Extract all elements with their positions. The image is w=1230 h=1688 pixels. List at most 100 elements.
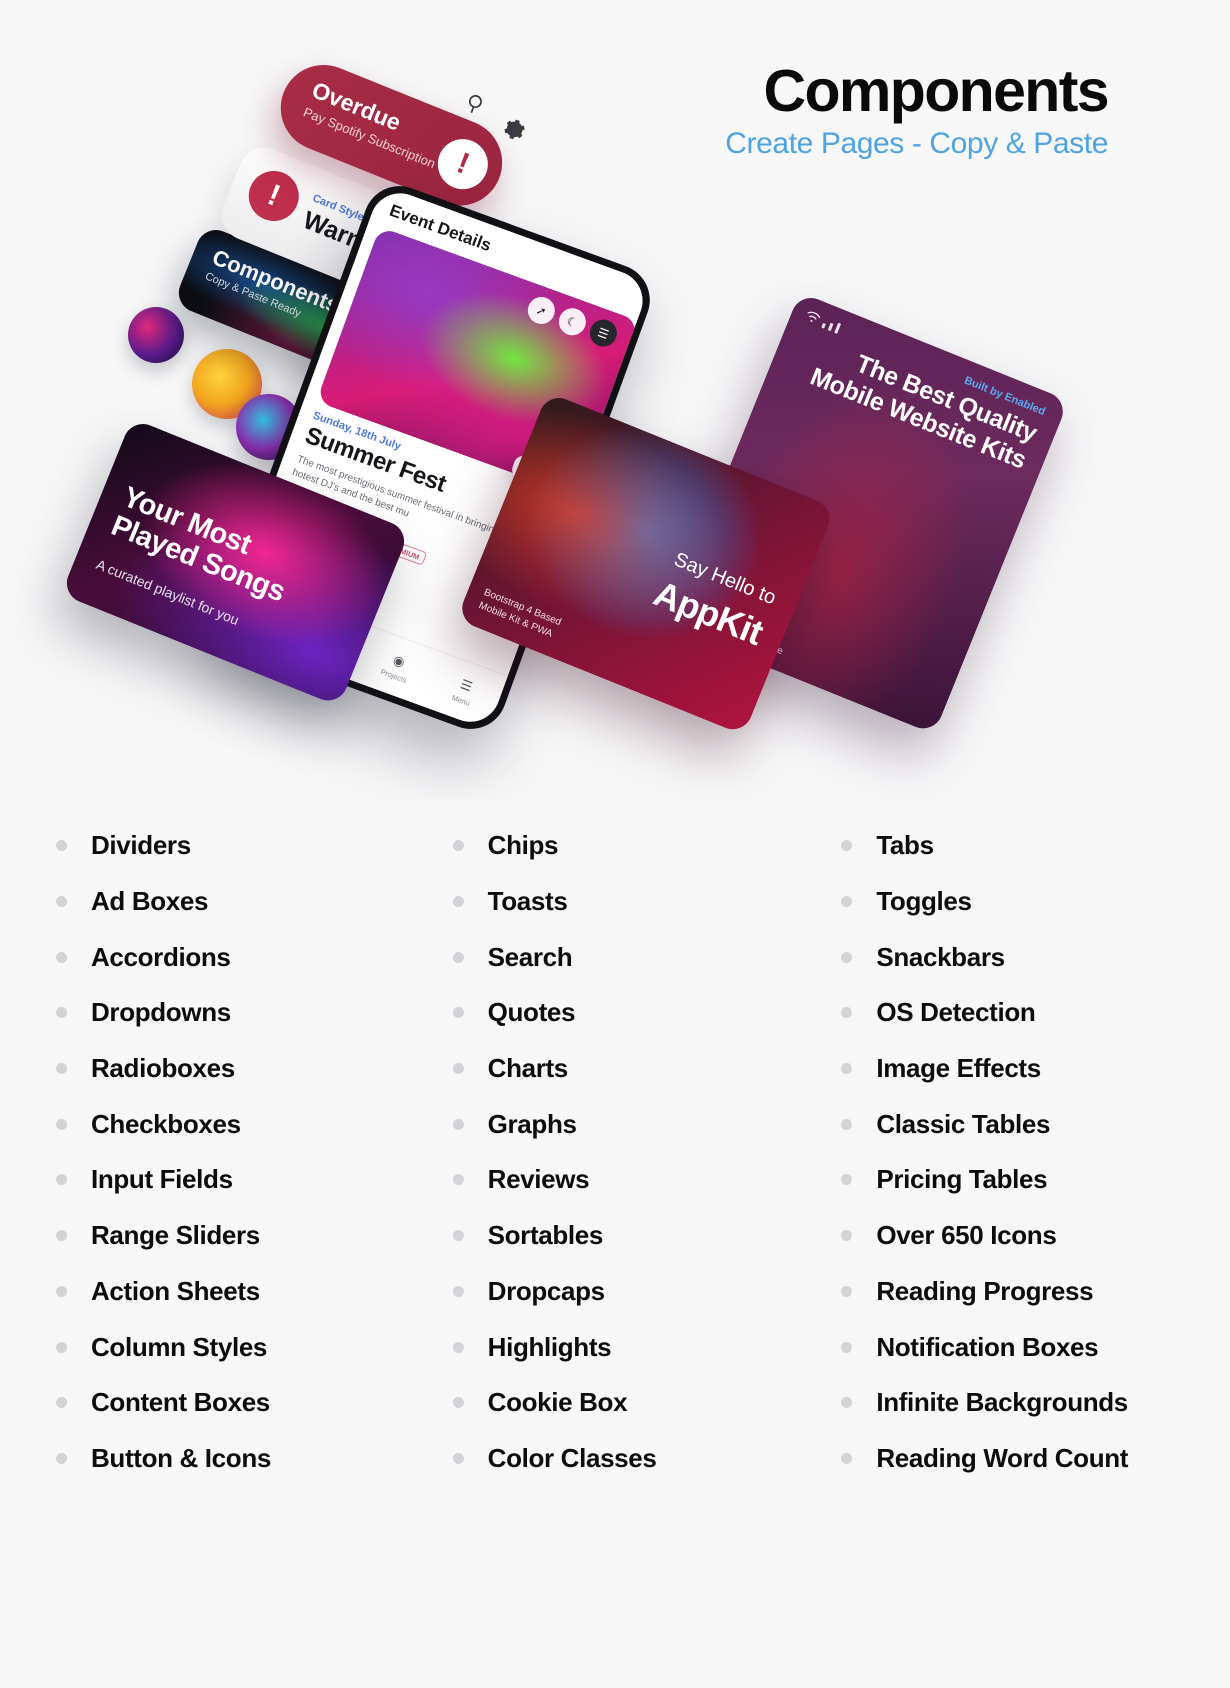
feature-label: Graphs <box>487 1108 577 1139</box>
list-item: Toggles <box>841 874 1174 930</box>
feature-label: Search <box>487 941 573 972</box>
feature-label: Checkboxes <box>91 1108 241 1139</box>
feature-label: Image Effects <box>876 1053 1041 1084</box>
feature-label: Reading Progress <box>876 1275 1094 1306</box>
bullet-icon <box>452 1007 464 1019</box>
bullet-icon <box>452 1063 464 1075</box>
feature-label: Tabs <box>876 830 934 861</box>
bullet-icon <box>841 840 853 852</box>
bullet-icon <box>841 1007 853 1019</box>
feature-label: Content Boxes <box>91 1387 270 1418</box>
bullet-icon <box>56 1452 67 1464</box>
feature-label: Radioboxes <box>91 1053 235 1084</box>
tab-menu[interactable]: ☰ Menu <box>426 666 503 717</box>
list-item: Reading Progress <box>841 1264 1174 1320</box>
feature-label: Dropcaps <box>487 1275 605 1306</box>
bullet-icon <box>56 1007 67 1019</box>
list-item: Checkboxes <box>56 1096 429 1152</box>
feature-label: Reading Word Count <box>876 1442 1129 1473</box>
bullet-icon <box>841 1341 853 1353</box>
list-item: Over 650 Icons <box>841 1208 1174 1264</box>
feature-label: Toasts <box>487 886 568 917</box>
bullet-icon <box>841 1063 853 1075</box>
list-item: Toasts <box>452 874 802 930</box>
list-item: Dividers <box>56 818 429 874</box>
bullet-icon <box>452 896 464 908</box>
list-item: Snackbars <box>841 929 1174 985</box>
quality-card-title: The Best Quality Mobile Website Kits <box>806 336 1040 475</box>
feature-label: Classic Tables <box>876 1108 1051 1139</box>
list-item: Radioboxes <box>56 1041 429 1097</box>
bullet-icon <box>56 840 67 852</box>
feature-label: Action Sheets <box>91 1275 260 1306</box>
status-icons <box>804 308 842 334</box>
wifi-icon <box>807 311 821 322</box>
bullet-icon <box>452 1174 464 1186</box>
bullet-icon <box>452 1452 464 1464</box>
feature-label: Dropdowns <box>91 997 231 1028</box>
feature-label: Range Sliders <box>91 1220 260 1251</box>
feature-list: Dividers Ad Boxes Accordions Dropdowns R… <box>0 806 1230 1486</box>
bullet-icon <box>841 1118 853 1130</box>
list-item: Search <box>452 929 802 985</box>
gear-icon[interactable] <box>495 112 530 150</box>
list-item: Pricing Tables <box>841 1152 1174 1208</box>
list-item: Infinite Backgrounds <box>841 1375 1174 1431</box>
list-item: Classic Tables <box>841 1096 1174 1152</box>
feature-label: Input Fields <box>91 1164 233 1195</box>
feature-label: Snackbars <box>876 941 1005 972</box>
list-item: Range Sliders <box>56 1208 429 1264</box>
feature-label: OS Detection <box>876 997 1036 1028</box>
page-title: Components <box>763 58 1109 124</box>
tab-projects[interactable]: ◉ Projects <box>359 641 436 692</box>
list-item: Dropcaps <box>452 1264 802 1320</box>
list-item: OS Detection <box>841 985 1174 1041</box>
list-item: Button & Icons <box>56 1431 429 1487</box>
feature-column-3: Tabs Toggles Snackbars OS Detection Imag… <box>801 806 1174 1486</box>
list-item: Sortables <box>452 1208 802 1264</box>
signal-icon <box>827 322 834 332</box>
feature-column-2: Chips Toasts Search Quotes Charts Graphs… <box>429 806 802 1486</box>
list-item: Charts <box>452 1041 802 1097</box>
hero-heading-block: Components Create Pages - Copy & Paste <box>725 58 1109 161</box>
bullet-icon <box>841 1230 853 1242</box>
bullet-icon <box>452 1397 464 1409</box>
list-item: Quotes <box>452 985 802 1041</box>
bullet-icon <box>56 1230 67 1242</box>
signal-icon <box>821 322 826 329</box>
feature-label: Over 650 Icons <box>876 1220 1057 1251</box>
feature-label: Reviews <box>487 1164 590 1195</box>
bullet-icon <box>56 896 67 908</box>
list-item: Input Fields <box>56 1152 429 1208</box>
bullet-icon <box>56 1174 67 1186</box>
feature-label: Notification Boxes <box>876 1331 1099 1362</box>
feature-label: Charts <box>487 1053 569 1084</box>
feature-label: Quotes <box>487 997 576 1028</box>
list-item: Content Boxes <box>56 1375 429 1431</box>
feature-label: Button & Icons <box>91 1442 271 1473</box>
list-item: Column Styles <box>56 1319 429 1375</box>
bullet-icon <box>452 1118 464 1130</box>
list-item: Chips <box>452 818 802 874</box>
feature-column-1: Dividers Ad Boxes Accordions Dropdowns R… <box>56 806 429 1486</box>
list-item: Cookie Box <box>452 1375 802 1431</box>
feature-label: Cookie Box <box>487 1387 628 1418</box>
exclamation-icon: ! <box>430 131 496 197</box>
hero-section: Components Create Pages - Copy & Paste C… <box>0 0 1230 800</box>
list-item: Ad Boxes <box>56 874 429 930</box>
list-item: Tabs <box>841 818 1174 874</box>
bullet-icon <box>841 896 853 908</box>
feature-label: Toggles <box>876 886 972 917</box>
list-item: Color Classes <box>452 1431 802 1487</box>
feature-label: Highlights <box>487 1331 612 1362</box>
list-item: Graphs <box>452 1096 802 1152</box>
list-item: Image Effects <box>841 1041 1174 1097</box>
list-item: Reviews <box>452 1152 802 1208</box>
exclamation-circle-icon: ! <box>241 163 307 229</box>
feature-label: Sortables <box>487 1220 604 1251</box>
bullet-icon <box>841 951 853 963</box>
bullet-icon <box>452 1230 464 1242</box>
bullet-icon <box>452 951 464 963</box>
list-item: Accordions <box>56 929 429 985</box>
list-item: Highlights <box>452 1319 802 1375</box>
